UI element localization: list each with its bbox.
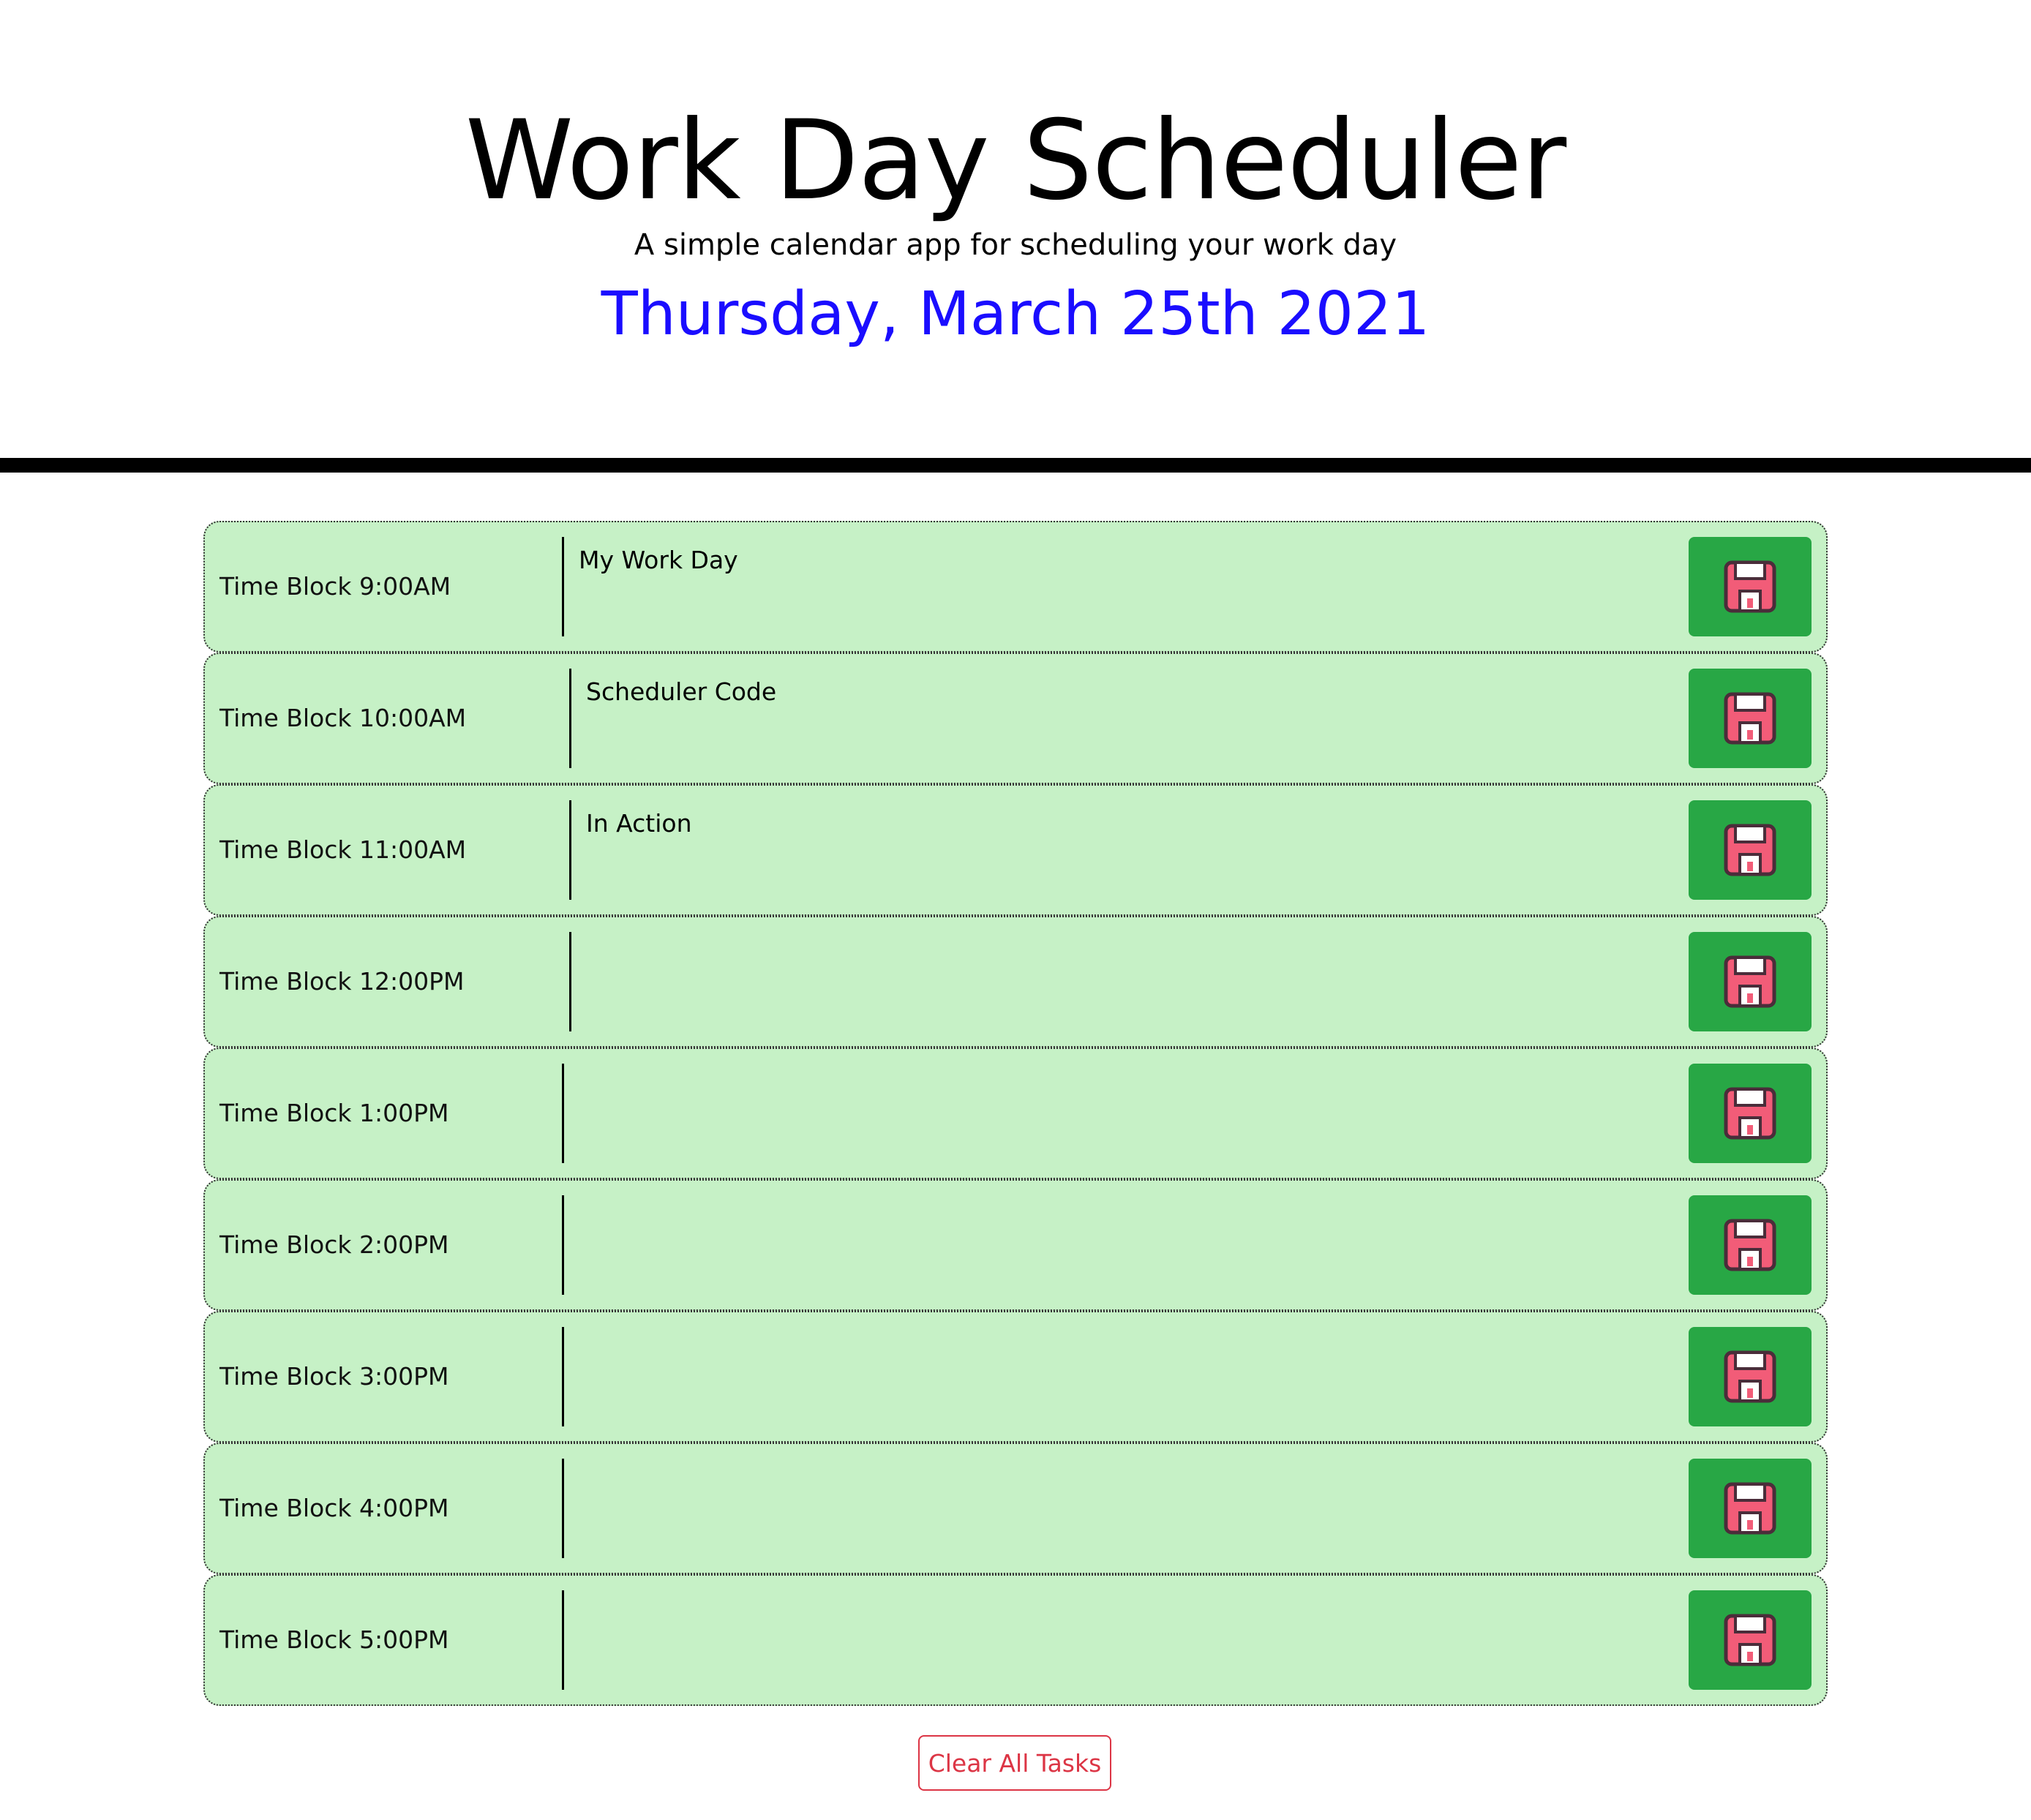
floppy-disk-icon: [1724, 1350, 1776, 1403]
current-date: Thursday, March 25th 2021: [601, 279, 1430, 349]
floppy-disk-icon: [1724, 1482, 1776, 1535]
save-button[interactable]: [1689, 1064, 1812, 1163]
floppy-disk-icon: [1724, 1219, 1776, 1271]
save-button[interactable]: [1689, 800, 1812, 900]
time-block-row: Time Block 9:00AM My Work Day: [203, 521, 1828, 653]
floppy-disk-icon: [1724, 692, 1776, 745]
task-textarea[interactable]: Scheduler Code: [569, 669, 1667, 768]
time-block-label: Time Block 5:00PM: [219, 1625, 449, 1654]
time-block-row: Time Block 12:00PM: [203, 916, 1828, 1048]
floppy-disk-icon: [1724, 955, 1776, 1008]
task-textarea[interactable]: [562, 1195, 1659, 1295]
time-block-row: Time Block 5:00PM: [203, 1574, 1828, 1706]
save-button[interactable]: [1689, 1459, 1812, 1558]
time-block-row: Time Block 10:00AM Scheduler Code: [203, 653, 1828, 784]
task-textarea[interactable]: [562, 1327, 1659, 1426]
task-textarea[interactable]: My Work Day: [562, 537, 1659, 636]
clear-all-tasks-button[interactable]: Clear All Tasks: [918, 1735, 1111, 1791]
time-block-label: Time Block 4:00PM: [219, 1494, 449, 1522]
floppy-disk-icon: [1724, 560, 1776, 613]
page-title: Work Day Scheduler: [465, 97, 1566, 225]
save-button[interactable]: [1689, 932, 1812, 1031]
page-subtitle: A simple calendar app for scheduling you…: [634, 228, 1397, 262]
save-button[interactable]: [1689, 1195, 1812, 1295]
page-header: Work Day Scheduler A simple calendar app…: [0, 0, 2031, 454]
time-block-row: Time Block 2:00PM: [203, 1179, 1828, 1311]
save-button[interactable]: [1689, 1590, 1812, 1690]
time-block-row: Time Block 1:00PM: [203, 1048, 1828, 1179]
time-block-label: Time Block 1:00PM: [219, 1099, 449, 1127]
task-textarea[interactable]: [569, 932, 1667, 1031]
task-textarea[interactable]: [562, 1459, 1659, 1558]
time-block-label: Time Block 10:00AM: [219, 704, 467, 732]
time-block-label: Time Block 11:00AM: [219, 835, 467, 864]
task-textarea[interactable]: [562, 1064, 1659, 1163]
time-block-label: Time Block 2:00PM: [219, 1230, 449, 1259]
time-block-row: Time Block 3:00PM: [203, 1311, 1828, 1443]
floppy-disk-icon: [1724, 1614, 1776, 1666]
task-textarea[interactable]: In Action: [569, 800, 1667, 900]
floppy-disk-icon: [1724, 824, 1776, 876]
save-button[interactable]: [1689, 669, 1812, 768]
time-block-label: Time Block 12:00PM: [219, 967, 465, 996]
save-button[interactable]: [1689, 1327, 1812, 1426]
time-block-label: Time Block 3:00PM: [219, 1362, 449, 1391]
task-textarea[interactable]: [562, 1590, 1659, 1690]
header-divider: [0, 458, 2031, 473]
floppy-disk-icon: [1724, 1087, 1776, 1140]
time-block-label: Time Block 9:00AM: [219, 572, 451, 601]
time-block-row: Time Block 11:00AM In Action: [203, 784, 1828, 916]
time-block-list: Time Block 9:00AM My Work Day Time Block…: [203, 521, 1828, 1706]
time-block-row: Time Block 4:00PM: [203, 1443, 1828, 1574]
save-button[interactable]: [1689, 537, 1812, 636]
